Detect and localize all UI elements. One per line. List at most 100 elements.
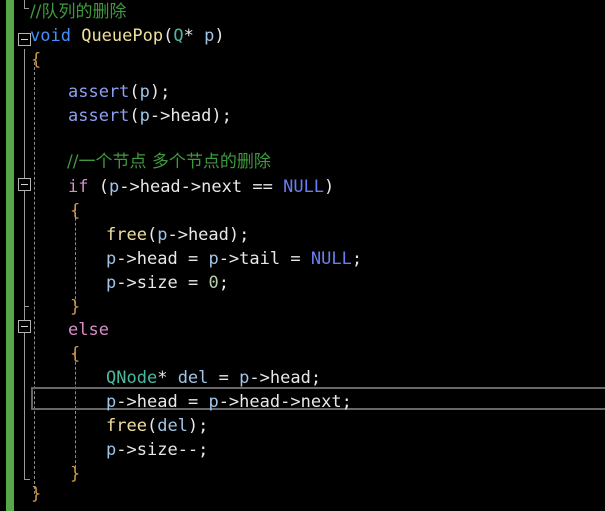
keyword-if: if [68, 177, 89, 197]
paren-open: ( [163, 26, 174, 46]
semicolon: ; [160, 82, 171, 102]
keyword-void: void [30, 26, 71, 46]
arrow-operator: -> [180, 177, 202, 197]
member-next: next [201, 177, 243, 197]
code-editor[interactable]: //队列的删除 void QueuePop(Q* p) { assert(p);… [0, 0, 605, 511]
member-next: next [300, 392, 342, 412]
keyword-else: else [68, 320, 109, 340]
var-p: p [106, 440, 117, 460]
paren-close: ) [211, 106, 222, 126]
code-line-head-next[interactable]: p->head = p->head->next; [106, 390, 352, 414]
param-p: p [204, 26, 215, 46]
var-p: p [208, 392, 219, 412]
paren-close: ) [228, 225, 240, 245]
code-text-layer[interactable]: //队列的删除 void QueuePop(Q* p) { assert(p);… [0, 0, 605, 511]
code-line-assert-head[interactable]: assert(p->head); [68, 104, 232, 128]
member-head: head [269, 368, 311, 388]
var-del: del [157, 416, 188, 436]
brace-open: { [70, 201, 81, 221]
code-line-assert-p[interactable]: assert(p); [68, 80, 170, 104]
arrow-operator: -> [116, 440, 137, 460]
arrow-operator: -> [280, 392, 301, 412]
assign-operator: = [187, 249, 199, 269]
semicolon: ; [221, 106, 232, 126]
code-line-free-head[interactable]: free(p->head); [106, 223, 249, 247]
arrow-operator: -> [149, 106, 171, 126]
macro-assert: assert [68, 106, 130, 126]
star-operator: * [157, 368, 168, 388]
assign-operator: = [218, 368, 229, 388]
code-line-func-open-brace[interactable]: { [31, 48, 41, 72]
member-tail: tail [239, 249, 281, 269]
code-line-else-open-brace[interactable]: { [70, 342, 80, 366]
paren-open: ( [146, 416, 158, 436]
function-free: free [106, 416, 147, 436]
code-line-if-open-brace[interactable]: { [70, 199, 80, 223]
var-p: p [106, 392, 117, 412]
code-line-func-close-brace[interactable]: } [31, 482, 41, 506]
semicolon: ; [198, 416, 209, 436]
equals-operator: == [252, 177, 273, 197]
semicolon: ; [239, 225, 250, 245]
arrow-operator: -> [218, 249, 240, 269]
code-line-null-head-tail[interactable]: p->head = p->tail = NULL; [106, 247, 362, 271]
code-line-if-condition[interactable]: if (p->head->next == NULL) [68, 175, 334, 199]
semicolon: ; [351, 249, 363, 269]
arg-p: p [139, 106, 150, 126]
code-line-free-del[interactable]: free(del); [106, 414, 208, 438]
assign-operator: = [187, 392, 199, 412]
comment-text: //队列的删除 [30, 2, 127, 22]
arrow-operator: -> [249, 368, 270, 388]
constant-null: NULL [283, 177, 325, 197]
macro-assert: assert [68, 82, 130, 102]
var-p: p [106, 273, 117, 293]
code-line-comment-queue-pop[interactable]: //队列的删除 [30, 0, 126, 24]
type-qnode: QNode [106, 368, 158, 388]
assign-operator: = [290, 249, 301, 269]
code-line-if-close-brace[interactable]: } [70, 295, 80, 319]
paren-open: ( [129, 82, 140, 102]
brace-open: { [31, 50, 42, 70]
code-line-comment-nodes[interactable]: //一个节点 多个节点的删除 [67, 150, 271, 174]
arg-p: p [139, 82, 150, 102]
semicolon: ; [198, 440, 209, 460]
semicolon: ; [341, 392, 352, 412]
code-line-size-decrement[interactable]: p->size--; [106, 438, 208, 462]
star-operator: * [183, 26, 194, 46]
member-size: size [136, 440, 178, 460]
member-head: head [170, 106, 212, 126]
var-p: p [157, 225, 168, 245]
paren-close: ) [214, 26, 225, 46]
member-head: head [136, 392, 178, 412]
brace-close: } [31, 484, 42, 504]
var-p: p [239, 368, 250, 388]
code-line-else[interactable]: else [68, 318, 109, 342]
member-head: head [187, 225, 229, 245]
brace-close: } [70, 297, 81, 317]
code-line-func-signature[interactable]: void QueuePop(Q* p) [30, 24, 225, 48]
arrow-operator: -> [119, 177, 140, 197]
assign-operator: = [187, 273, 199, 293]
arrow-operator: -> [116, 392, 137, 412]
code-line-qnode-del[interactable]: QNode* del = p->head; [106, 366, 321, 390]
code-line-size-zero[interactable]: p->size = 0; [106, 271, 229, 295]
var-p: p [208, 249, 219, 269]
number-zero: 0 [208, 273, 219, 293]
paren-open: ( [146, 225, 158, 245]
code-line-else-close-brace[interactable]: } [70, 462, 80, 486]
semicolon: ; [218, 273, 229, 293]
paren-close: ) [149, 82, 161, 102]
paren-close: ) [187, 416, 199, 436]
